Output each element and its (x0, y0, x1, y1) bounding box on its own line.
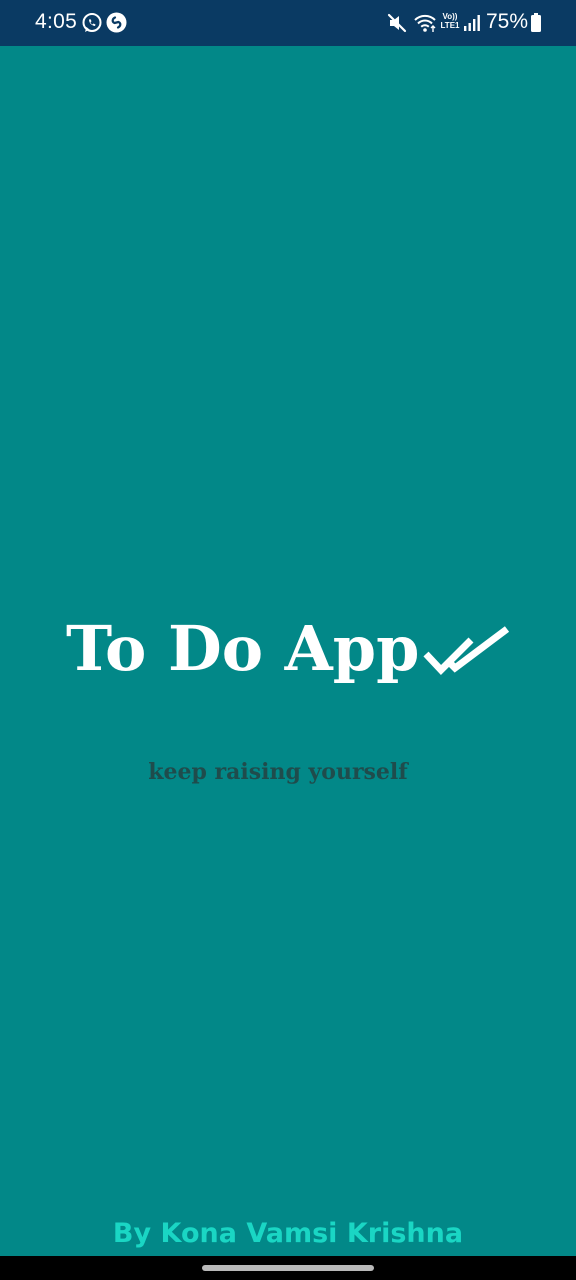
mute-icon (387, 13, 407, 33)
whatsapp-icon (82, 13, 102, 32)
volte-label: Vo)) (442, 12, 458, 21)
app-title: To Do App (66, 612, 420, 685)
double-check-icon (423, 626, 510, 676)
battery-icon (531, 13, 541, 32)
volte-lte-icon: Vo)) LTE1 (439, 12, 461, 34)
signal-icon (464, 15, 480, 31)
home-gesture-handle[interactable] (202, 1265, 374, 1271)
wifi-icon (414, 14, 436, 32)
status-bar: 4:05 Vo)) LTE1 75% (0, 0, 576, 46)
status-time: 4:05 (35, 10, 78, 33)
battery-percent: 75% (486, 10, 529, 33)
lte-label: LTE1 (440, 21, 460, 30)
tagline: keep raising yourself (148, 759, 408, 785)
navigation-bar (0, 1256, 576, 1280)
author-credit: By Kona Vamsi Krishna (112, 1218, 464, 1249)
shazam-icon (106, 12, 127, 33)
